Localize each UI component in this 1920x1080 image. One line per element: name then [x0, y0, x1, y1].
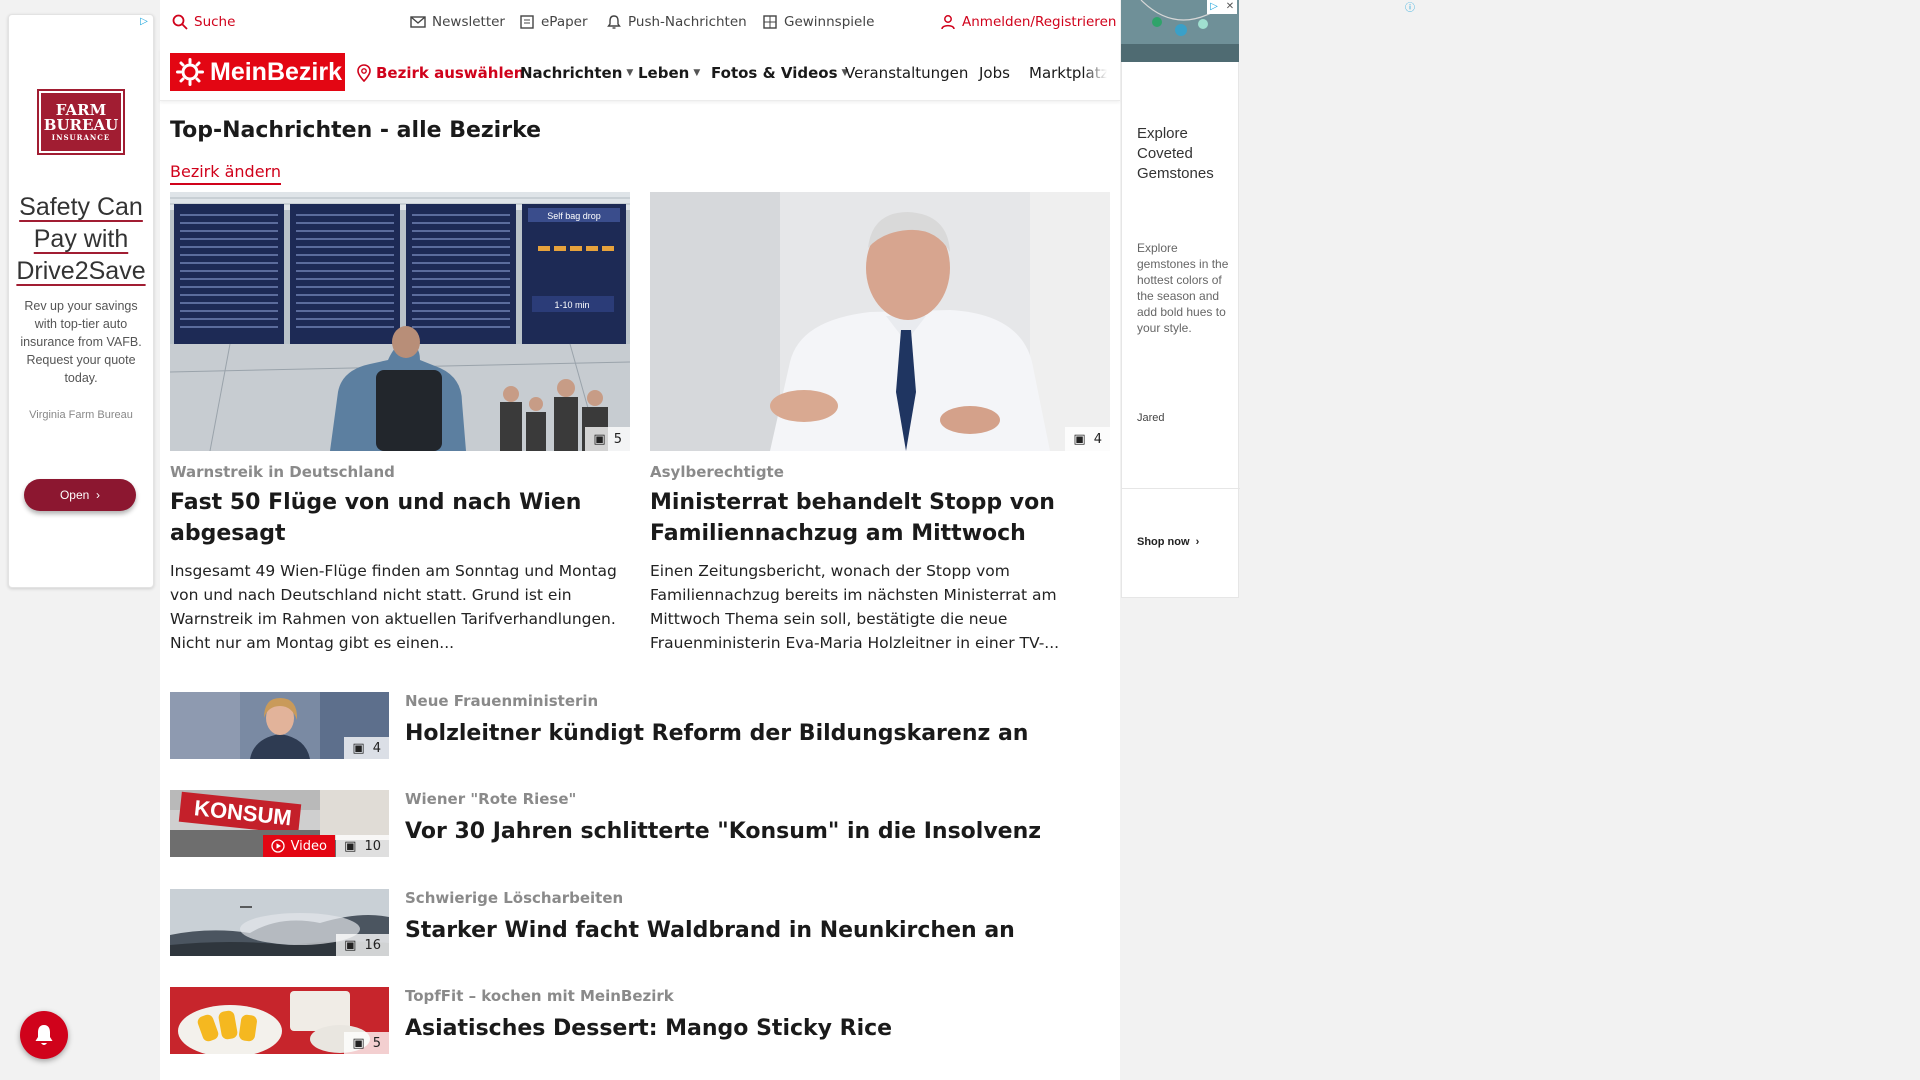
article-headline[interactable]: Ministerrat behandelt Stopp von Familien… [650, 487, 1110, 549]
article-kicker: Schwierige Löscharbeiten [405, 889, 624, 907]
chevron-right-icon: › [92, 488, 101, 502]
info-icon[interactable]: ⓘ [1403, 2, 1417, 16]
farm-bureau-logo: FARM BUREAU INSURANCE [37, 89, 125, 155]
top-bar: Suche Newsletter ePaper Push-Nachrichten… [160, 0, 1120, 44]
gallery-icon: ▣ [344, 838, 357, 854]
article-headline[interactable]: Asiatisches Dessert: Mango Sticky Rice [405, 1013, 892, 1044]
newspaper-icon [520, 15, 534, 29]
location-pin-icon [357, 64, 371, 82]
search-icon [172, 14, 188, 30]
board-time-text: 1-10 min [554, 300, 589, 310]
bezirk-select[interactable]: Bezirk auswählen [356, 64, 524, 82]
photo-count-badge: ▣ 16 [336, 934, 389, 956]
nav-nachrichten[interactable]: Nachrichten ▼ [520, 64, 633, 82]
bell-icon [35, 1025, 53, 1045]
article-teaser: Einen Zeitungsbericht, wonach der Stopp … [650, 562, 1060, 652]
featured-article-1[interactable]: Self bag drop 1-10 min ▣ 5 Warnstreik in… [170, 192, 630, 655]
chevron-down-icon: ▼ [693, 68, 701, 78]
article-kicker: TopfFit – kochen mit MeinBezirk [405, 987, 674, 1005]
article-thumbnail[interactable]: ▣ 5 [170, 987, 389, 1054]
meinbezirk-logo[interactable]: MeinBezirk [170, 53, 345, 91]
ad-left[interactable]: ▷ ⓘ FARM BUREAU INSURANCE Safety Can Pay… [8, 14, 154, 588]
push-notifications-link[interactable]: Push-Nachrichten [606, 14, 747, 30]
article-headline[interactable]: Starker Wind facht Waldbrand in Neunkirc… [405, 915, 1015, 946]
bell-icon [607, 15, 621, 29]
page-title: Top-Nachrichten - alle Bezirke [170, 118, 542, 143]
play-icon [270, 839, 285, 853]
search-link[interactable]: Suche [172, 14, 235, 30]
nav-jobs[interactable]: Jobs [979, 64, 1010, 82]
ad-right-brand: Jared [1137, 412, 1165, 424]
main-column: Suche Newsletter ePaper Push-Nachrichten… [160, 0, 1120, 1080]
chevron-right-icon: › [1192, 536, 1200, 548]
nav-leben[interactable]: Leben ▼ [638, 64, 700, 82]
article-image[interactable]: ▣ 4 [650, 192, 1110, 451]
ad-choices[interactable]: ▷ ⓘ [137, 15, 154, 29]
gallery-icon: ▣ [344, 937, 357, 953]
nav-veranstaltungen[interactable]: Veranstaltungen [845, 64, 968, 82]
sun-logo-icon [176, 58, 204, 86]
ad-open-button[interactable]: Open › [24, 479, 136, 511]
ad-divider [1122, 488, 1240, 489]
epaper-link[interactable]: ePaper [519, 14, 588, 30]
nav-marktplatz[interactable]: Marktplatz [1029, 64, 1107, 82]
article-kicker: Warnstreik in Deutschland [170, 463, 395, 481]
info-icon[interactable]: ⓘ [153, 15, 154, 29]
ad-choices[interactable]: ▷ ✕ [1207, 0, 1237, 14]
chevron-down-icon: ▼ [626, 68, 634, 78]
article-kicker: Wiener "Rote Riese" [405, 790, 577, 808]
gallery-icon: ▣ [352, 1035, 365, 1051]
airport-photo: Self bag drop 1-10 min [170, 192, 630, 451]
featured-article-2[interactable]: ▣ 4 Asylberechtigte Ministerrat behandel… [650, 192, 1110, 655]
article-headline[interactable]: Holzleitner kündigt Reform der Bildungsk… [405, 718, 1028, 749]
article-headline[interactable]: Vor 30 Jahren schlitterte "Konsum" in di… [405, 816, 1041, 847]
ad-left-brand: Virginia Farm Bureau [29, 409, 133, 421]
adchoices-icon[interactable]: ▷ [1207, 0, 1221, 14]
adchoices-icon[interactable]: ▷ [137, 15, 151, 29]
photo-count-badge: ▣ 10 [336, 835, 389, 857]
nav-fotos-videos[interactable]: Fotos & Videos ▼ [711, 64, 848, 82]
close-icon[interactable]: ✕ [1223, 0, 1237, 14]
article-headline[interactable]: Fast 50 Flüge von und nach Wien abgesagt [170, 487, 630, 549]
article-thumbnail[interactable]: ▣ 4 [170, 692, 389, 759]
photo-count-badge: ▣ 5 [585, 427, 630, 451]
article-teaser: Insgesamt 49 Wien-Flüge finden am Sonnta… [170, 562, 617, 652]
article-kicker: Neue Frauenministerin [405, 692, 599, 710]
ad-right-image[interactable]: ▷ ✕ [1121, 0, 1239, 62]
notification-bell-button[interactable] [20, 1011, 68, 1059]
photo-count-badge: ▣ 5 [344, 1032, 389, 1054]
list-item[interactable]: ▣ 5 TopfFit – kochen mit MeinBezirk Asia… [170, 987, 1110, 1055]
politician-photo [650, 192, 1110, 451]
photo-count-badge: ▣ 4 [344, 737, 389, 759]
gift-icon [763, 15, 777, 29]
video-badge: Video [262, 835, 335, 857]
ad-right-body: Explore gemstones in the hottest colors … [1137, 241, 1229, 335]
article-thumbnail[interactable]: ▣ 16 [170, 889, 389, 956]
gallery-icon: ▣ [352, 740, 365, 756]
login-link[interactable]: Anmelden/Registrieren [940, 14, 1116, 30]
newsletter-link[interactable]: Newsletter [410, 14, 505, 30]
ad-right-title[interactable]: Explore Coveted Gemstones [1137, 124, 1232, 184]
board-sign-text: Self bag drop [547, 211, 601, 221]
change-bezirk-link[interactable]: Bezirk ändern [170, 162, 281, 185]
ad-right[interactable]: Explore Coveted Gemstones Explore gemsto… [1121, 62, 1240, 598]
ad-left-headline[interactable]: Safety Can Pay with Drive2Save [15, 191, 147, 287]
ad-left-body: Rev up your savings with top-tier auto i… [20, 299, 142, 385]
gallery-icon: ▣ [1073, 431, 1086, 447]
gallery-icon: ▣ [593, 431, 606, 447]
list-item[interactable]: ▣ 4 Neue Frauenministerin Holzleitner kü… [170, 692, 1110, 760]
article-image[interactable]: Self bag drop 1-10 min ▣ 5 [170, 192, 630, 451]
photo-count-badge: ▣ 4 [1065, 427, 1110, 451]
user-icon [941, 15, 955, 30]
article-kicker: Asylberechtigte [650, 463, 784, 481]
main-nav: MeinBezirk Bezirk auswählen Nachrichten … [160, 48, 1120, 101]
list-item[interactable]: ▣ 16 Schwierige Löscharbeiten Starker Wi… [170, 889, 1110, 957]
gewinnspiele-link[interactable]: Gewinnspiele [762, 14, 874, 30]
shop-now-button[interactable]: Shop now › [1137, 536, 1199, 548]
list-item[interactable]: KONSUM Video ▣ 10 Wiener "Rote Riese" Vo… [170, 790, 1110, 858]
mail-icon [410, 16, 426, 28]
article-thumbnail[interactable]: KONSUM Video ▣ 10 [170, 790, 389, 857]
